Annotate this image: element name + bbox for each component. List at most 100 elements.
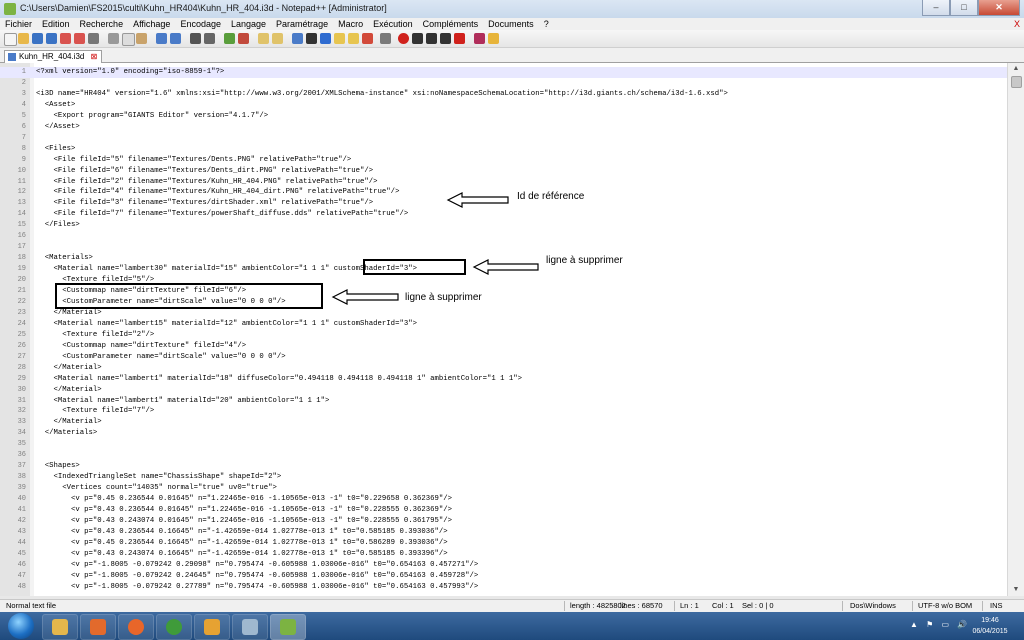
menu-recherche[interactable]: Recherche — [75, 18, 129, 30]
scroll-thumb[interactable] — [1011, 76, 1022, 88]
menu-edition[interactable]: Edition — [37, 18, 75, 30]
close-button[interactable]: ✕ — [978, 0, 1020, 16]
vertical-scrollbar[interactable]: ▲ ▼ — [1007, 63, 1024, 596]
scroll-up-icon[interactable]: ▲ — [1008, 63, 1024, 75]
menu-langage[interactable]: Langage — [226, 18, 271, 30]
code-line[interactable]: 47 <v p="-1.8005 -0.079242 0.24645" n="0… — [0, 571, 1007, 582]
taskbar-firefox[interactable] — [118, 614, 154, 640]
code-line[interactable]: 48 <v p="-1.8005 -0.079242 0.27789" n="0… — [0, 582, 1007, 593]
code-line[interactable]: 41 <v p="0.43 0.236544 0.01645" n="1.224… — [0, 505, 1007, 516]
code-line[interactable]: 45 <v p="0.43 0.243074 0.16645" n="-1.42… — [0, 549, 1007, 560]
play-macro-icon[interactable] — [426, 33, 437, 44]
undo-icon[interactable] — [156, 33, 167, 44]
paste-icon[interactable] — [136, 33, 147, 44]
code-line[interactable]: 5 <Export program="GIANTS Editor" versio… — [0, 111, 1007, 122]
open-file-icon[interactable] — [18, 33, 29, 44]
code-line[interactable]: 7 — [0, 133, 1007, 144]
menu-encodage[interactable]: Encodage — [175, 18, 226, 30]
maximize-button[interactable]: □ — [950, 0, 978, 16]
scroll-down-icon[interactable]: ▼ — [1008, 584, 1024, 596]
sync-h-icon[interactable] — [272, 33, 283, 44]
cut-icon[interactable] — [108, 33, 119, 44]
find-icon[interactable] — [190, 33, 201, 44]
code-line[interactable]: 3 <i3D name="HR404" version="1.6" xmlns:x… — [0, 89, 1007, 100]
word-wrap-icon[interactable] — [292, 33, 303, 44]
menu-parametrage[interactable]: Paramétrage — [271, 18, 333, 30]
zoom-in-icon[interactable] — [224, 33, 235, 44]
code-line[interactable]: 17 — [0, 242, 1007, 253]
code-line[interactable]: 34 </Materials> — [0, 428, 1007, 439]
menu-complements[interactable]: Compléments — [418, 18, 484, 30]
zoom-out-icon[interactable] — [238, 33, 249, 44]
code-line[interactable]: 25 <Texture fileId="2"/> — [0, 330, 1007, 341]
code-line[interactable]: 19 <Material name="lambert30" materialId… — [0, 264, 1007, 275]
code-line[interactable]: 16 — [0, 231, 1007, 242]
code-line[interactable]: 27 <CustomParameter name="dirtScale" val… — [0, 352, 1007, 363]
spell-check-icon[interactable] — [474, 33, 485, 44]
code-line[interactable]: 22 <CustomParameter name="dirtScale" val… — [0, 297, 1007, 308]
code-line[interactable]: 15 </Files> — [0, 220, 1007, 231]
code-line[interactable]: 37 <Shapes> — [0, 461, 1007, 472]
taskbar-media-player[interactable] — [80, 614, 116, 640]
code-line[interactable]: 33 </Material> — [0, 417, 1007, 428]
code-line[interactable]: 18 <Materials> — [0, 253, 1007, 264]
taskbar-notepadpp[interactable] — [270, 614, 306, 640]
new-file-icon[interactable] — [4, 33, 17, 46]
taskbar-utorrent[interactable] — [156, 614, 192, 640]
code-line[interactable]: 4 <Asset> — [0, 100, 1007, 111]
code-line[interactable]: 28 </Material> — [0, 363, 1007, 374]
code-line[interactable]: 24 <Material name="lambert15" materialId… — [0, 319, 1007, 330]
code-line[interactable]: 9 <File fileId="5" filename="Textures/De… — [0, 155, 1007, 166]
code-line[interactable]: 1 <?xml version="1.0" encoding="iso-8859-… — [0, 67, 1007, 78]
function-list-icon[interactable] — [348, 33, 359, 44]
code-line[interactable]: 46 <v p="-1.8005 -0.079242 0.29098" n="0… — [0, 560, 1007, 571]
plugin-icon[interactable] — [488, 33, 499, 44]
code-line[interactable]: 40 <v p="0.45 0.236544 0.01645" n="1.224… — [0, 494, 1007, 505]
code-line[interactable]: 12 <File fileId="4" filename="Textures/K… — [0, 187, 1007, 198]
menu-macro[interactable]: Macro — [333, 18, 368, 30]
code-line[interactable]: 26 <Custommap name="dirtTexture" fileId=… — [0, 341, 1007, 352]
code-line[interactable]: 10 <File fileId="6" filename="Textures/D… — [0, 166, 1007, 177]
menu-fichier[interactable]: Fichier — [0, 18, 37, 30]
taskbar-clock[interactable]: 19:46 06/04/2015 — [966, 615, 1014, 637]
system-tray-icons[interactable]: ▲ ⚑ ▭ 🔊 — [910, 620, 970, 629]
editor-pane[interactable]: 1 <?xml version="1.0" encoding="iso-8859-… — [0, 63, 1007, 596]
menu-execution[interactable]: Exécution — [368, 18, 418, 30]
save-all-icon[interactable] — [46, 33, 57, 44]
code-line[interactable]: 20 <Texture fileId="5"/> — [0, 275, 1007, 286]
code-line[interactable]: 43 <v p="0.43 0.236544 0.16645" n="-1.42… — [0, 527, 1007, 538]
sync-v-icon[interactable] — [258, 33, 269, 44]
code-line[interactable]: 42 <v p="0.43 0.243074 0.01645" n="1.224… — [0, 516, 1007, 527]
code-line[interactable]: 39 <Vertices count="14035" normal="true"… — [0, 483, 1007, 494]
save-macro-icon[interactable] — [454, 33, 465, 44]
print-icon[interactable] — [88, 33, 99, 44]
code-line[interactable]: 11 <File fileId="2" filename="Textures/K… — [0, 177, 1007, 188]
code-line[interactable]: 8 <Files> — [0, 144, 1007, 155]
code-line[interactable]: 13 <File fileId="3" filename="Textures/d… — [0, 198, 1007, 209]
close-all-icon[interactable] — [74, 33, 85, 44]
code-line[interactable]: 6 </Asset> — [0, 122, 1007, 133]
taskbar-explorer[interactable] — [42, 614, 78, 640]
code-line[interactable]: 29 <Material name="lambert1" materialId=… — [0, 374, 1007, 385]
doc-map-icon[interactable] — [334, 33, 345, 44]
code-line[interactable]: 44 <v p="0.45 0.236544 0.16645" n="-1.42… — [0, 538, 1007, 549]
menu-help[interactable]: ? — [539, 18, 554, 30]
menu-documents[interactable]: Documents — [483, 18, 539, 30]
stop-macro-icon[interactable] — [412, 33, 423, 44]
code-line[interactable]: 30 </Material> — [0, 385, 1007, 396]
code-line[interactable]: 21 <Custommap name="dirtTexture" fileId=… — [0, 286, 1007, 297]
monitoring-icon[interactable] — [380, 33, 391, 44]
tab-close-icon[interactable]: ⊠ — [91, 52, 98, 61]
code-line[interactable]: 38 <IndexedTriangleSet name="ChassisShap… — [0, 472, 1007, 483]
indent-guide-icon[interactable] — [320, 33, 331, 44]
taskbar-tool[interactable] — [232, 614, 268, 640]
folder-workspace-icon[interactable] — [362, 33, 373, 44]
code-line[interactable]: 35 — [0, 439, 1007, 450]
code-line[interactable]: 36 — [0, 450, 1007, 461]
minimize-button[interactable]: – — [922, 0, 950, 16]
code-line[interactable]: 2 — [0, 78, 1007, 89]
code-line[interactable]: 14 <File fileId="7" filename="Textures/p… — [0, 209, 1007, 220]
replace-icon[interactable] — [204, 33, 215, 44]
taskbar-sublime[interactable] — [194, 614, 230, 640]
record-macro-icon[interactable] — [398, 33, 409, 44]
